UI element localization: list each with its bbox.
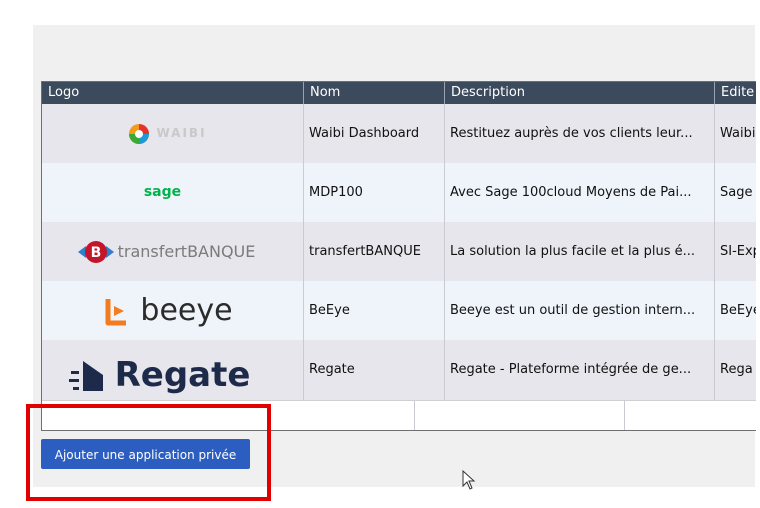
logo-cell: beeye bbox=[42, 281, 304, 340]
transfertbanque-mark-icon: B bbox=[77, 240, 114, 263]
table-row[interactable]: sage MDP100 Avec Sage 100cloud Moyens de… bbox=[42, 163, 756, 222]
column-divider bbox=[414, 401, 415, 430]
editeur-cell: BeEye bbox=[715, 281, 756, 340]
transfertbanque-logo-text: transfertBANQUE bbox=[117, 242, 256, 261]
column-header-description[interactable]: Description bbox=[445, 82, 715, 104]
nom-cell: BeEye bbox=[304, 281, 445, 340]
regate-logo-text: Regate bbox=[114, 354, 251, 395]
beeye-logo: beeye bbox=[102, 281, 233, 340]
description-cell: Beeye est un outil de gestion intern... bbox=[445, 281, 715, 340]
nom-cell: transfertBANQUE bbox=[304, 222, 445, 281]
table-row[interactable]: Regate Regate Regate - Plateforme intégr… bbox=[42, 340, 756, 400]
editeur-cell: Rega bbox=[715, 340, 756, 400]
grid-header: Logo Nom Description Edite bbox=[42, 82, 756, 104]
transfertbanque-logo: B transfertBANQUE bbox=[76, 222, 256, 281]
logo-cell: sage bbox=[42, 163, 304, 222]
sage-logo: sage bbox=[143, 184, 182, 200]
beeye-mark-icon bbox=[105, 298, 127, 325]
description-cell: Avec Sage 100cloud Moyens de Pai... bbox=[445, 163, 715, 222]
table-row[interactable]: WAIBI Waibi Dashboard Restituez auprès d… bbox=[42, 104, 756, 163]
regate-logo: Regate bbox=[68, 346, 251, 401]
editeur-cell: Sage bbox=[715, 163, 756, 222]
description-cell: Restituez auprès de vos clients leur... bbox=[445, 104, 715, 163]
waibi-mark-icon bbox=[129, 123, 150, 144]
nom-cell: Waibi Dashboard bbox=[304, 104, 445, 163]
table-row[interactable]: beeye BeEye Beeye est un outil de gestio… bbox=[42, 281, 756, 340]
logo-cell: WAIBI bbox=[42, 104, 304, 163]
svg-text:B: B bbox=[90, 245, 101, 261]
column-header-editeur[interactable]: Edite bbox=[715, 82, 756, 104]
logo-cell: B transfertBANQUE bbox=[42, 222, 304, 281]
regate-mark-icon bbox=[68, 361, 103, 391]
editeur-cell: SI-Exp bbox=[715, 222, 756, 281]
description-cell: La solution la plus facile et la plus é.… bbox=[445, 222, 715, 281]
table-row[interactable]: B transfertBANQUE transfertBANQUE La sol… bbox=[42, 222, 756, 281]
highlight-annotation-box bbox=[26, 404, 271, 501]
column-header-nom[interactable]: Nom bbox=[304, 82, 445, 104]
column-header-logo[interactable]: Logo bbox=[42, 82, 304, 104]
logo-cell: Regate bbox=[42, 340, 304, 400]
nom-cell: MDP100 bbox=[304, 163, 445, 222]
beeye-logo-text: beeye bbox=[140, 293, 233, 328]
editeur-cell: Waibi bbox=[715, 104, 756, 163]
waibi-logo-text: WAIBI bbox=[156, 126, 207, 140]
waibi-logo: WAIBI bbox=[128, 104, 206, 163]
column-divider bbox=[624, 401, 625, 430]
nom-cell: Regate bbox=[304, 340, 445, 400]
applications-grid: Logo Nom Description Edite WAIBI Waibi D… bbox=[41, 81, 756, 431]
mouse-cursor-icon bbox=[462, 470, 476, 490]
description-cell: Regate - Plateforme intégrée de ge... bbox=[445, 340, 715, 400]
